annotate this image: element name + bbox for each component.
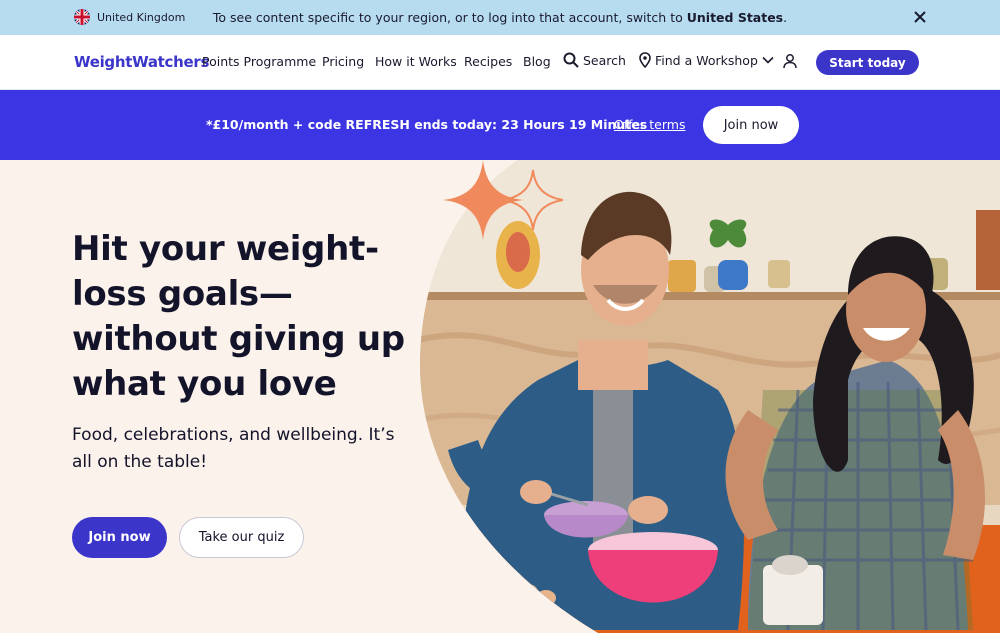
start-today-button[interactable]: Start today [816,50,919,75]
nav-item-how-it-works[interactable]: How it Works [375,54,457,69]
promo-banner: *£10/month + code REFRESH ends today: 23… [0,90,1000,160]
hero-join-now-button[interactable]: Join now [72,517,167,558]
region-switch-country[interactable]: United States [687,10,783,25]
hero-photo [419,160,1000,633]
region-message-suffix: . [783,10,788,25]
region-message-text: To see content specific to your region, … [212,10,687,25]
take-quiz-button[interactable]: Take our quiz [179,517,304,558]
hero-section: Hit your weight-loss goals—without givin… [0,160,1000,633]
region-bar: United Kingdom To see content specific t… [0,0,1000,35]
hero-subtitle: Food, celebrations, and wellbeing. It’s … [72,425,395,472]
location-pin-icon [639,52,651,68]
region-message: To see content specific to your region, … [0,10,1000,25]
chevron-down-icon [762,56,774,64]
search-icon [563,52,579,68]
promo-offer-text: *£10/month + code REFRESH ends today: 23… [206,117,648,132]
nav-workshop-label: Find a Workshop [655,52,758,68]
nav-item-pricing[interactable]: Pricing [322,54,364,69]
close-icon[interactable] [910,7,930,27]
user-icon[interactable] [782,53,800,71]
nav-search[interactable]: Search [563,52,626,68]
nav-item-recipes[interactable]: Recipes [464,54,512,69]
hero-title: Hit your weight-loss goals—without givin… [72,229,405,404]
promo-join-now-button[interactable]: Join now [703,106,799,144]
offer-terms-link[interactable]: Offer terms [614,117,685,132]
weightwatchers-logo[interactable]: WeightWatchers [74,53,209,71]
nav-item-blog[interactable]: Blog [523,54,551,69]
main-nav: WeightWatchers Points Programme Pricing … [0,35,1000,90]
nav-find-workshop[interactable]: Find a Workshop [639,52,774,68]
nav-item-points-programme[interactable]: Points Programme [202,54,316,69]
nav-search-label: Search [583,52,626,68]
